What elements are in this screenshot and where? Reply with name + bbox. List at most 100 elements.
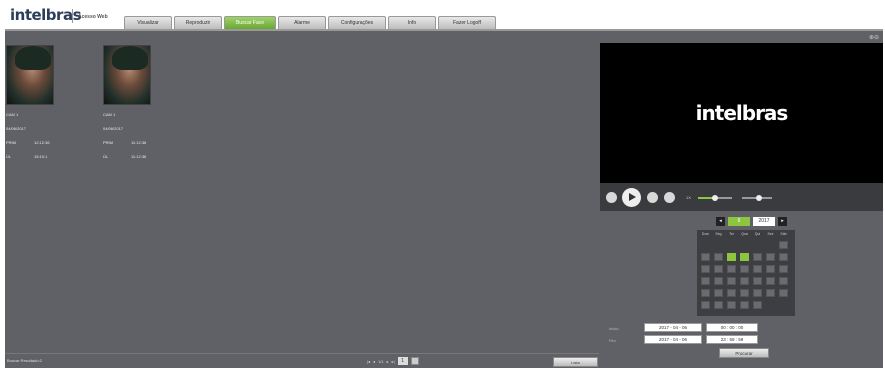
start-time-label: Início — [609, 326, 619, 331]
calendar-day[interactable] — [714, 265, 723, 273]
tab-info[interactable]: Info — [388, 16, 436, 29]
calendar-day[interactable] — [740, 289, 749, 297]
result-count: Buscar Resultado:2 — [7, 358, 42, 363]
prev-page-icon[interactable]: ◂ — [373, 359, 375, 364]
stop-icon[interactable] — [606, 192, 617, 203]
calendar-day[interactable] — [753, 265, 762, 273]
face-start-value: 12:12:36 — [34, 140, 50, 145]
video-logo: intelbras — [695, 101, 789, 125]
calendar-day[interactable] — [740, 301, 749, 309]
face-channel: CAM 1 — [6, 112, 19, 117]
playback-controls: 1X — [600, 183, 883, 211]
weekday: Sex — [767, 232, 774, 236]
next-month-icon[interactable]: ▸ — [778, 216, 787, 226]
end-time-field[interactable]: 23 : 59 : 59 — [706, 335, 758, 344]
calendar-day[interactable] — [753, 277, 762, 285]
weekday: Qui — [754, 232, 761, 236]
header: intelbras Acesso Web Visualizar Reproduz… — [0, 0, 885, 31]
face-date: 04/06/2017 — [103, 126, 124, 131]
calendar-day[interactable] — [727, 277, 736, 285]
calendar-day[interactable] — [779, 289, 788, 297]
calendar-day[interactable] — [779, 277, 788, 285]
tab-alarme[interactable]: Alarme — [278, 16, 326, 29]
speed-label: 1X — [686, 195, 691, 200]
end-date-field[interactable]: 2017 - 04 - 06 — [644, 335, 702, 344]
tab-configuracoes[interactable]: Configurações — [328, 16, 386, 29]
calendar-day[interactable] — [714, 301, 723, 309]
face-start-label: PRIM — [6, 140, 16, 145]
speed-slider-knob[interactable] — [712, 195, 718, 201]
calendar-day[interactable] — [727, 289, 736, 297]
calendar-day[interactable] — [740, 253, 749, 261]
calendar-day[interactable] — [753, 289, 762, 297]
face-result-card[interactable]: CAM 1 04/06/2017 PRIM 11:12:36 ÚL 11:12:… — [103, 45, 173, 164]
face-start-row: PRIM 11:12:36 — [103, 136, 173, 150]
main-tabs: Visualizar Reproduzir Buscar Face Alarme… — [124, 16, 498, 29]
face-end-label: ÚL — [103, 154, 109, 159]
go-page-icon[interactable] — [410, 357, 419, 365]
slow-icon[interactable] — [664, 192, 675, 203]
pagination: |◂ ◂ 1/1 ▸ ▸| 1 — [367, 357, 419, 365]
start-date-field[interactable]: 2017 - 04 - 06 — [644, 323, 702, 332]
calendar-weekdays: Dom Seg Ter Qua Qui Sex Sáb — [697, 230, 795, 236]
last-page-icon[interactable]: ▸| — [392, 359, 395, 364]
face-date: 04/06/2017 — [6, 126, 27, 131]
next-page-icon[interactable]: ▸ — [387, 359, 389, 364]
calendar-day[interactable] — [701, 301, 710, 309]
calendar-day[interactable] — [753, 253, 762, 261]
playback-panel: ⊕⊖ intelbras 1X ◂ 6 2017 ▸ Dom Seg Ter Q… — [599, 31, 883, 368]
calendar-day[interactable] — [727, 265, 736, 273]
weekday: Ter — [729, 232, 734, 236]
video-player[interactable]: intelbras — [600, 43, 883, 183]
calendar-day[interactable] — [766, 289, 775, 297]
calendar-day[interactable] — [740, 265, 749, 273]
weekday: Sáb — [780, 232, 787, 236]
calendar-day[interactable] — [727, 301, 736, 309]
face-details: CAM 1 04/06/2017 PRIM 11:12:36 ÚL 11:12:… — [103, 108, 173, 164]
tab-reproduzir[interactable]: Reproduzir — [174, 16, 222, 29]
start-time-field[interactable]: 00 : 00 : 00 — [706, 323, 758, 332]
play-icon[interactable] — [622, 188, 641, 207]
calendar-nav: ◂ 6 2017 ▸ — [716, 216, 787, 226]
calendar-day[interactable] — [779, 265, 788, 273]
brand-logo: intelbras — [10, 6, 82, 24]
calendar-day[interactable] — [701, 277, 710, 285]
calendar-day[interactable] — [779, 253, 788, 261]
calendar-day[interactable] — [779, 241, 788, 249]
results-footer: Buscar Resultado:2 |◂ ◂ 1/1 ▸ ▸| 1 Lista — [5, 353, 599, 368]
face-start-value: 11:12:36 — [131, 140, 147, 145]
calendar-day[interactable] — [714, 253, 723, 261]
page-number-input[interactable]: 1 — [397, 357, 408, 365]
zoom-icon[interactable]: ⊕⊖ — [869, 34, 879, 41]
calendar-day[interactable] — [766, 253, 775, 261]
calendar-year[interactable]: 2017 — [753, 216, 775, 226]
prev-month-icon[interactable]: ◂ — [716, 216, 725, 226]
pause-icon[interactable] — [647, 192, 658, 203]
first-page-icon[interactable]: |◂ — [367, 359, 370, 364]
face-thumbnail[interactable] — [103, 45, 151, 105]
calendar-day[interactable] — [701, 289, 710, 297]
calendar-day[interactable] — [701, 253, 710, 261]
calendar-month[interactable]: 6 — [728, 216, 750, 226]
volume-slider-knob[interactable] — [756, 195, 762, 201]
calendar-day[interactable] — [740, 277, 749, 285]
calendar-day[interactable] — [701, 265, 710, 273]
weekday: Dom — [701, 232, 710, 236]
calendar-day[interactable] — [714, 289, 723, 297]
face-channel: CAM 1 — [103, 112, 116, 117]
calendar-day[interactable] — [753, 301, 762, 309]
calendar-day[interactable] — [766, 277, 775, 285]
tab-fazer-logoff[interactable]: Fazer Logoff — [438, 16, 496, 29]
face-end-row: ÚL 11:12:36 — [103, 150, 173, 164]
list-button[interactable]: Lista — [553, 357, 598, 367]
face-result-card[interactable]: CAM 1 04/06/2017 PRIM 12:12:36 ÚL 15:10:… — [6, 45, 76, 164]
calendar-day[interactable] — [714, 277, 723, 285]
tab-buscar-face[interactable]: Buscar Face — [224, 16, 276, 29]
face-thumbnail[interactable] — [6, 45, 54, 105]
tab-visualizar[interactable]: Visualizar — [124, 16, 172, 29]
face-start-label: PRIM — [103, 140, 113, 145]
calendar-day[interactable] — [727, 253, 736, 261]
calendar-day[interactable] — [766, 265, 775, 273]
brand-subtitle: Acesso Web — [78, 14, 108, 20]
search-button[interactable]: Procurar — [719, 348, 769, 358]
